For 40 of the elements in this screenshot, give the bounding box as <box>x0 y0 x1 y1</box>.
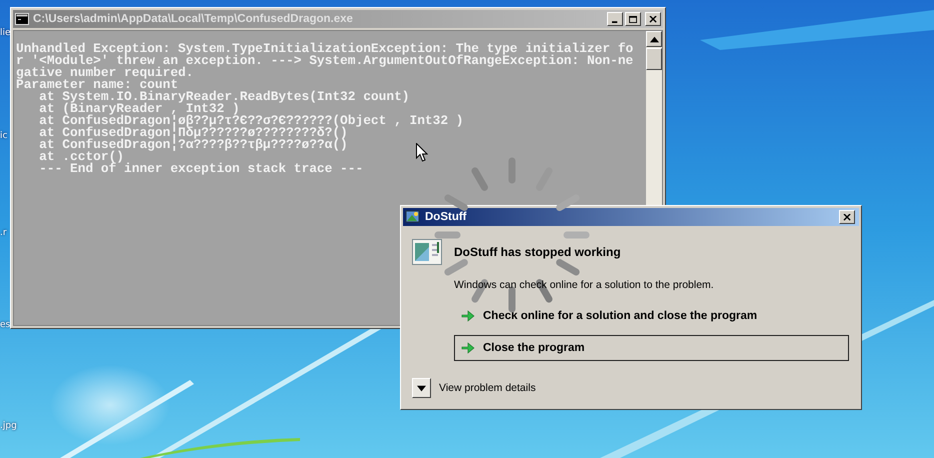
console-text-line: at (BinaryReader , Int32 ) <box>38 103 240 115</box>
console-text-line: gative number required. <box>16 67 194 79</box>
scroll-thumb[interactable] <box>646 48 662 70</box>
icon-label[interactable]: ic <box>0 131 8 142</box>
details-link[interactable]: View problem details <box>439 382 536 394</box>
console-text-line: --- End of inner exception stack trace --- <box>38 163 364 175</box>
mouse-pointer-icon <box>416 143 428 162</box>
console-text-line: r '<Module>' threw an exception. ---> System.ArgumentOutOfRangeException: Non-ne <box>16 55 634 67</box>
expand-button[interactable] <box>412 378 431 398</box>
down-arrow-icon <box>417 384 426 392</box>
close-button[interactable] <box>645 12 661 26</box>
arrow-icon <box>461 310 475 322</box>
dialog-heading: DoStuff has stopped working <box>454 245 621 259</box>
console-text-line: at ConfusedDragon¦øβ??µ?τ?Є??σ?Є??????(Object , Int32 ) <box>38 115 464 127</box>
console-text-line: at .cctor() <box>38 151 124 163</box>
arrow-icon <box>461 342 475 354</box>
close-button[interactable] <box>839 210 855 224</box>
application-icon <box>405 209 421 225</box>
console-text-line: Parameter name: count <box>16 79 178 91</box>
dialog-message: Windows can check online for a solution to the problem. <box>454 279 715 291</box>
window-title: C:\Users\admin\AppData\Local\Temp\ConfusedDragon.exe <box>33 13 354 25</box>
close-icon <box>842 214 852 220</box>
window-title: DoStuff <box>425 211 468 223</box>
icon-label[interactable]: .r <box>0 228 7 239</box>
icon-label[interactable]: es <box>0 320 10 331</box>
close-icon <box>648 16 658 22</box>
console-text-line: at ConfusedDragon¦?α????β??τβµ????ø??α() <box>38 139 348 151</box>
scroll-up-button[interactable] <box>646 31 662 47</box>
command-link[interactable]: Close the program <box>454 335 849 361</box>
console-text-line: Unhandled Exception: System.TypeInitializationException: The type initializer fo <box>16 43 634 55</box>
console-icon <box>15 13 29 25</box>
up-arrow-icon <box>650 36 658 42</box>
icon-label[interactable]: lie <box>0 28 11 39</box>
command-link[interactable]: Check online for a solution and close the program <box>454 303 849 329</box>
console-text-line: at ConfusedDragon¦Πδµ??????ø????????δ?() <box>38 127 348 139</box>
minimize-button[interactable] <box>607 12 623 26</box>
program-window-icon <box>412 239 442 265</box>
maximize-icon <box>628 16 638 22</box>
maximize-button[interactable] <box>625 12 641 26</box>
console-text-line: at System.IO.BinaryReader.ReadBytes(Int32 count) <box>38 91 410 103</box>
